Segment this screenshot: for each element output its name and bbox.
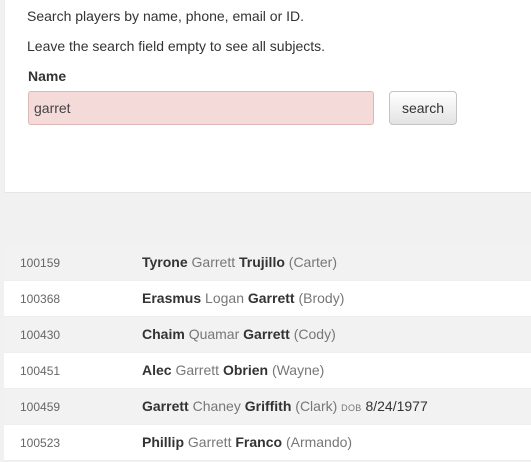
player-id: 100368 xyxy=(20,292,61,306)
player-id: 100430 xyxy=(20,328,61,342)
last-name: Griffith xyxy=(244,398,292,414)
date-of-birth: 8/24/1977 xyxy=(365,398,428,414)
nickname: (Carter) xyxy=(288,254,338,270)
last-name: Garrett xyxy=(243,326,290,342)
player-name[interactable]: Alec Garrett Obrien (Wayne) xyxy=(142,362,324,378)
player-name[interactable]: Phillip Garrett Franco (Armando) xyxy=(142,434,352,450)
middle-name: Garrett xyxy=(187,434,232,450)
last-name: Obrien xyxy=(222,362,269,378)
nickname: (Brody) xyxy=(298,290,345,306)
search-panel: Search players by name, phone, email or … xyxy=(4,0,531,193)
result-row[interactable]: 100430 Chaim Quamar Garrett (Cody) xyxy=(4,317,531,353)
empty-search-hint: Leave the search field empty to see all … xyxy=(27,38,326,54)
name-label: Name xyxy=(28,68,67,84)
first-name: Phillip xyxy=(142,434,184,450)
search-button[interactable]: search xyxy=(389,91,457,125)
nickname: (Armando) xyxy=(285,434,353,450)
results-list: 100159 Tyrone Garrett Trujillo (Carter) 10… xyxy=(4,245,531,461)
last-name: Trujillo xyxy=(239,254,285,270)
player-id: 100459 xyxy=(20,400,61,414)
middle-name: Garrett xyxy=(191,254,236,270)
name-search-input[interactable] xyxy=(28,91,374,125)
last-name: Garrett xyxy=(247,290,295,306)
player-name[interactable]: Erasmus Logan Garrett (Brody) xyxy=(142,290,344,306)
result-row[interactable]: 100459 Garrett Chaney Griffith (Clark) DO… xyxy=(4,389,531,425)
first-name: Erasmus xyxy=(142,290,202,306)
first-name: Chaim xyxy=(142,326,185,342)
player-id: 100523 xyxy=(20,436,61,450)
result-row[interactable]: 100451 Alec Garrett Obrien (Wayne) xyxy=(4,353,531,389)
first-name: Garrett xyxy=(142,398,189,414)
middle-name: Quamar xyxy=(188,326,240,342)
first-name: Tyrone xyxy=(142,254,188,270)
middle-name: Chaney xyxy=(192,398,241,414)
player-id: 100451 xyxy=(20,364,61,378)
result-row[interactable]: 100523 Phillip Garrett Franco (Armando) xyxy=(4,425,531,461)
nickname: (Cody) xyxy=(293,326,336,342)
search-instruction: Search players by name, phone, email or … xyxy=(27,8,305,24)
player-id: 100159 xyxy=(20,256,61,270)
player-name[interactable]: Garrett Chaney Griffith (Clark) DOB 8/24… xyxy=(142,398,428,414)
nickname: (Wayne) xyxy=(271,362,325,378)
result-row[interactable]: 100368 Erasmus Logan Garrett (Brody) xyxy=(4,281,531,317)
result-row[interactable]: 100159 Tyrone Garrett Trujillo (Carter) xyxy=(4,245,531,281)
player-name[interactable]: Chaim Quamar Garrett (Cody) xyxy=(142,326,336,342)
player-name[interactable]: Tyrone Garrett Trujillo (Carter) xyxy=(142,254,337,270)
middle-name: Garrett xyxy=(175,362,220,378)
middle-name: Logan xyxy=(205,290,244,306)
dob-label: DOB xyxy=(341,403,362,413)
last-name: Franco xyxy=(235,434,283,450)
first-name: Alec xyxy=(142,362,172,378)
nickname: (Clark) xyxy=(295,398,338,414)
